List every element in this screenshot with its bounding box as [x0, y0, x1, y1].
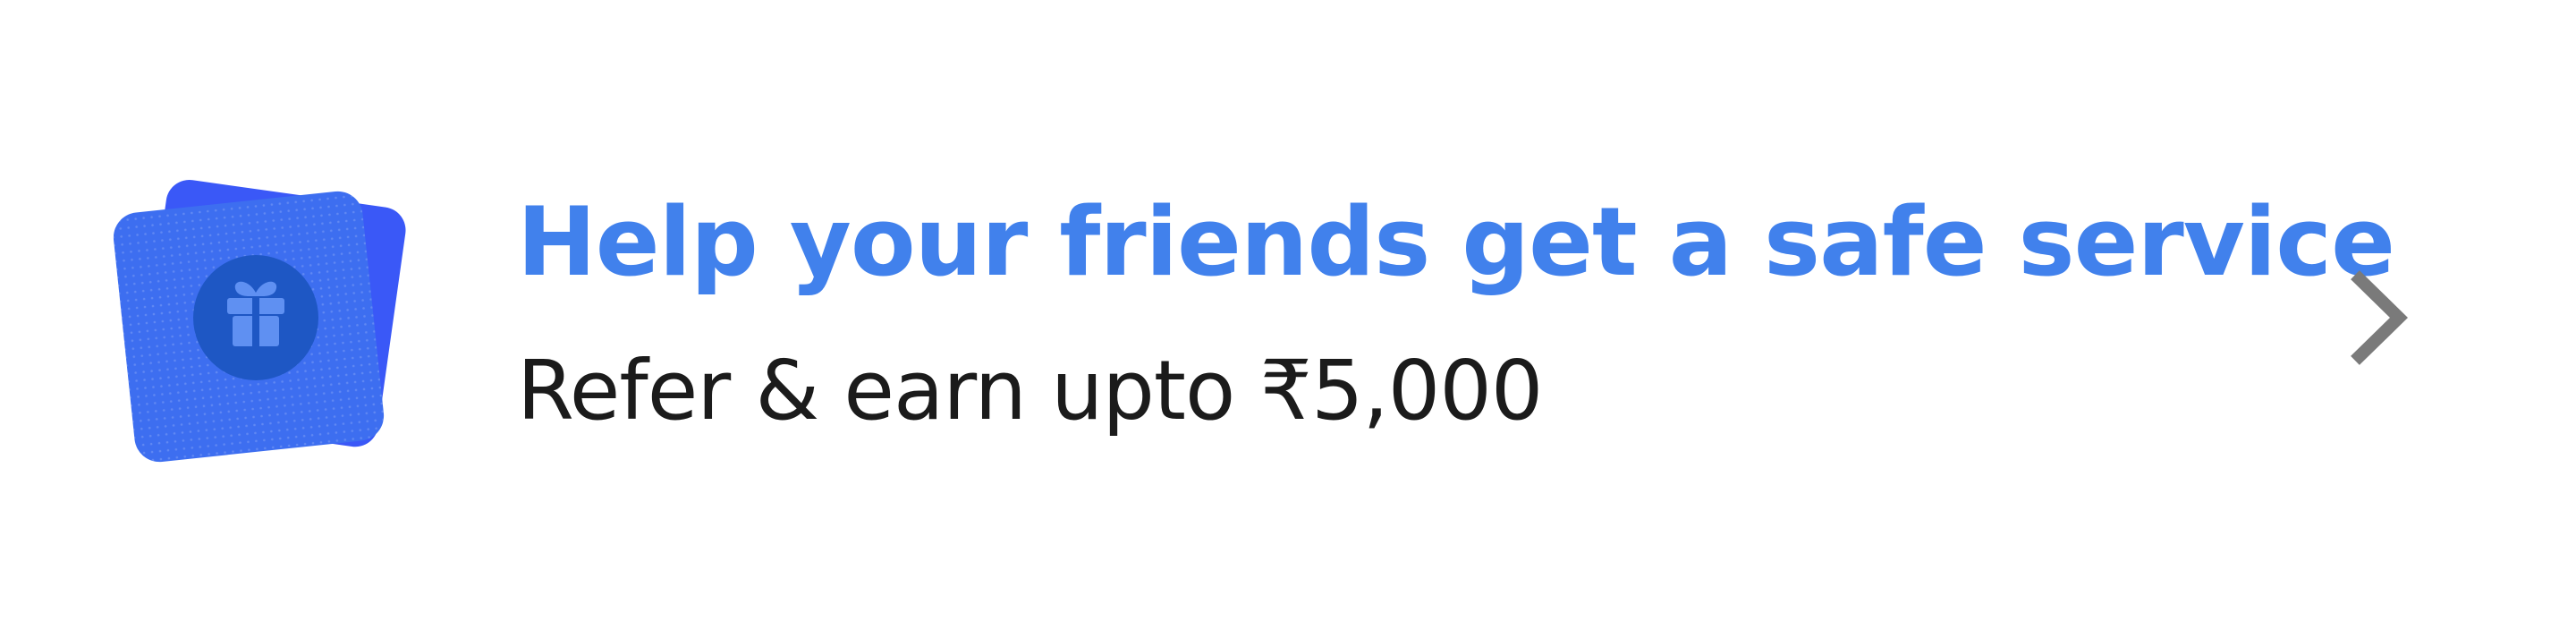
gift-card-illustration — [106, 166, 410, 470]
referral-subtext: Refer & earn upto ₹5,000 — [517, 343, 1543, 438]
referral-headline: Help your friends get a safe service — [517, 187, 2395, 297]
referral-text: Help your friends get a safe service Ref… — [517, 183, 2395, 441]
chevron-right-icon[interactable] — [2343, 268, 2415, 367]
referral-card[interactable]: Help your friends get a safe service Ref… — [0, 0, 2576, 630]
gift-icon — [193, 255, 318, 380]
